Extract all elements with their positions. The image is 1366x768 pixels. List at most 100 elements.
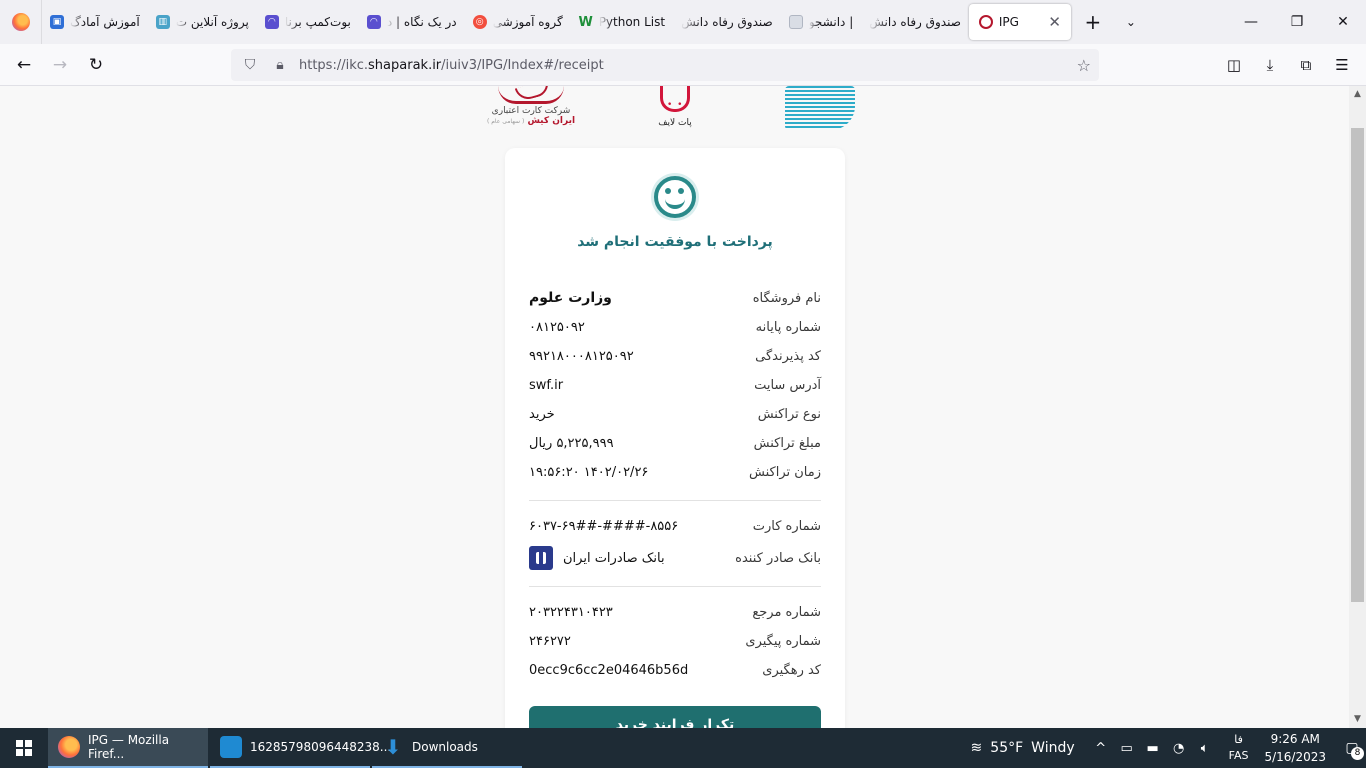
minimize-button[interactable]: — [1228,0,1274,44]
patlife-mark [660,86,690,112]
clock[interactable]: 9:26 AM 5/16/2023 [1264,730,1326,766]
meet-now-icon[interactable]: ▭ [1115,741,1139,756]
receipt-row-bank: بانک صادر کننده بانک صادرات ایران [529,543,821,573]
app-icon: ◠ [264,15,279,29]
irankish-logo: شرکت کارت اعتباری ( سهامی عام ) ایران کی… [486,86,576,126]
circle-icon: ◎ [472,15,487,29]
tab-4[interactable]: ◠ در یک نگاه | د [359,0,465,44]
tab-label: پروژه آنلاین ت [175,15,249,29]
tab-5[interactable]: ◎ گروه آموزشی [465,0,571,44]
receipt-row-store: نام فروشگاه وزارت علوم [529,286,821,310]
irankish-small: ( سهامی عام ) [486,118,525,125]
scroll-up-icon[interactable]: ▲ [1349,86,1366,103]
lock-icon[interactable]: 🔒︎ [269,57,291,73]
volume-icon[interactable]: 🔈︎ [1193,741,1217,756]
pocket-icon[interactable]: ◫ [1216,49,1252,81]
field-label: شماره پیگیری [745,633,821,649]
back-button[interactable]: ← [6,49,42,81]
w-icon: W [578,14,593,30]
field-label: شماره پایانه [755,319,821,335]
tab-6[interactable]: W Python List [571,0,673,44]
field-label: نوع تراکنش [757,406,821,422]
tab-9[interactable]: صندوق رفاه دانش [861,0,969,44]
taskbar-item-downloads[interactable]: ⬇ Downloads [372,728,522,768]
windows-icon [16,740,32,756]
tab-2[interactable]: ▥ پروژه آنلاین ت [148,0,257,44]
download-arrow-icon: ⬇ [384,735,402,759]
field-label: آدرس سایت [754,377,821,393]
tab-label: صندوق رفاه دانش [869,15,961,29]
shield-icon[interactable]: ⛉ [239,57,261,73]
scroll-down-icon[interactable]: ▼ [1349,711,1366,728]
receipt-card: پرداخت با موفقیت انجام شد نام فروشگاه وز… [505,148,845,728]
weather-widget[interactable]: ≋ 55°F Windy [971,740,1075,756]
firefox-icon [11,13,30,31]
vertical-scrollbar[interactable]: ▲ ▼ [1349,86,1366,728]
field-value: وزارت علوم [529,290,612,306]
tab-label: آموزش آمادگ [70,15,140,29]
tab-label: Python List [598,15,666,29]
downloads-icon[interactable]: ⤓ [1252,49,1288,81]
list-all-tabs-button[interactable]: ⌄ [1115,6,1147,38]
url-prefix: https://ikc. [299,57,369,73]
restore-button[interactable]: ❐ [1274,0,1320,44]
start-button[interactable] [0,728,48,768]
tab-1[interactable]: ▣ آموزش آمادگ [42,0,148,44]
tab-3[interactable]: ◠ بوت‌کمپ برنا [257,0,359,44]
field-label: شماره کارت [752,518,821,534]
battery-icon[interactable]: ▬ [1141,741,1165,756]
receipt-row-merchant: کد پذیرندگی ۹۹۲۱۸۰۰۰۸۱۲۵۰۹۲ [529,344,821,368]
notifications-button[interactable]: ▢ 8 [1338,728,1366,768]
tab-active-ipg[interactable]: IPG ✕ [968,4,1071,40]
url-path: /iuiv3/IPG/Index#/receipt [441,57,604,73]
irankish-caption: شرکت کارت اعتباری [491,106,571,116]
repeat-purchase-button[interactable]: تکرار فرایند خرید [529,706,821,728]
wind-icon: ≋ [970,740,983,756]
tab-7[interactable]: صندوق رفاه دانش [673,0,781,44]
extensions-icon[interactable]: ⧉ [1288,49,1324,81]
tab-label: IPG [998,15,1019,29]
smile-icon [654,176,696,218]
taskbar-item-vscode[interactable]: 16285798096448238... [210,728,391,768]
wifi-icon[interactable]: ◔ [1167,741,1191,756]
field-value: 0ecc9c6cc2e04646b56d [529,662,689,678]
field-label: نام فروشگاه [752,290,821,306]
chevron-up-icon[interactable]: ^ [1089,741,1113,756]
shaparak-logo [785,86,857,130]
tab-label: در یک نگاه | د [386,15,457,29]
new-tab-button[interactable]: + [1077,6,1109,38]
image-icon: ▣ [50,15,64,29]
taskbar-item-firefox[interactable]: IPG — Mozilla Firef... [48,728,208,768]
lang-top: فا [1234,733,1243,746]
close-window-button[interactable]: ✕ [1320,0,1366,44]
field-label: کد رهگیری [762,662,821,678]
scrollbar-thumb[interactable] [1351,128,1364,602]
page-viewport: شرکت کارت اعتباری ( سهامی عام ) ایران کی… [0,86,1349,728]
tab-label: دانشجو | [808,15,854,29]
tab-8[interactable]: دانشجو | [781,0,862,44]
shaparak-mark [785,86,855,130]
url-text[interactable]: https://ikc.shaparak.ir/iuiv3/IPG/Index#… [299,58,1077,73]
reload-button[interactable]: ↻ [78,49,114,81]
receipt-row-site: آدرس سایت swf.ir [529,373,821,397]
input-language[interactable]: فا FAS [1229,732,1249,764]
field-label: کد پذیرندگی [755,348,821,364]
url-bar[interactable]: ⛉ 🔒︎ https://ikc.shaparak.ir/iuiv3/IPG/I… [231,49,1099,81]
firefox-view-button[interactable] [0,0,42,44]
forward-button[interactable]: → [42,49,78,81]
system-tray: ≋ 55°F Windy ^ ▭ ▬ ◔ 🔈︎ فا FAS 9:26 AM 5… [971,728,1366,768]
close-tab-icon[interactable]: ✕ [1046,13,1063,31]
receipt-row-time: زمان تراکنش ۱۹:۵۶:۲۰ ۱۴۰۲/۰۲/۲۶ [529,460,821,484]
toolbar-right: ◫ ⤓ ⧉ ☰ [1216,49,1360,81]
irankish-name: ( سهامی عام ) ایران کیش [486,116,576,126]
divider [529,500,821,501]
menu-icon[interactable]: ☰ [1324,49,1360,81]
bookmark-star-icon[interactable]: ☆ [1077,56,1091,75]
weather-text: Windy [1031,740,1075,756]
tab-label: بوت‌کمپ برنا [284,15,351,29]
window-controls: — ❐ ✕ [1228,0,1366,44]
field-label: زمان تراکنش [749,464,821,480]
receipt-row-terminal: شماره پایانه ۰۸۱۲۵۰۹۲ [529,315,821,339]
field-value: ۲۴۶۲۷۲ [529,633,571,649]
tab-label: صندوق رفاه دانش [681,15,773,29]
